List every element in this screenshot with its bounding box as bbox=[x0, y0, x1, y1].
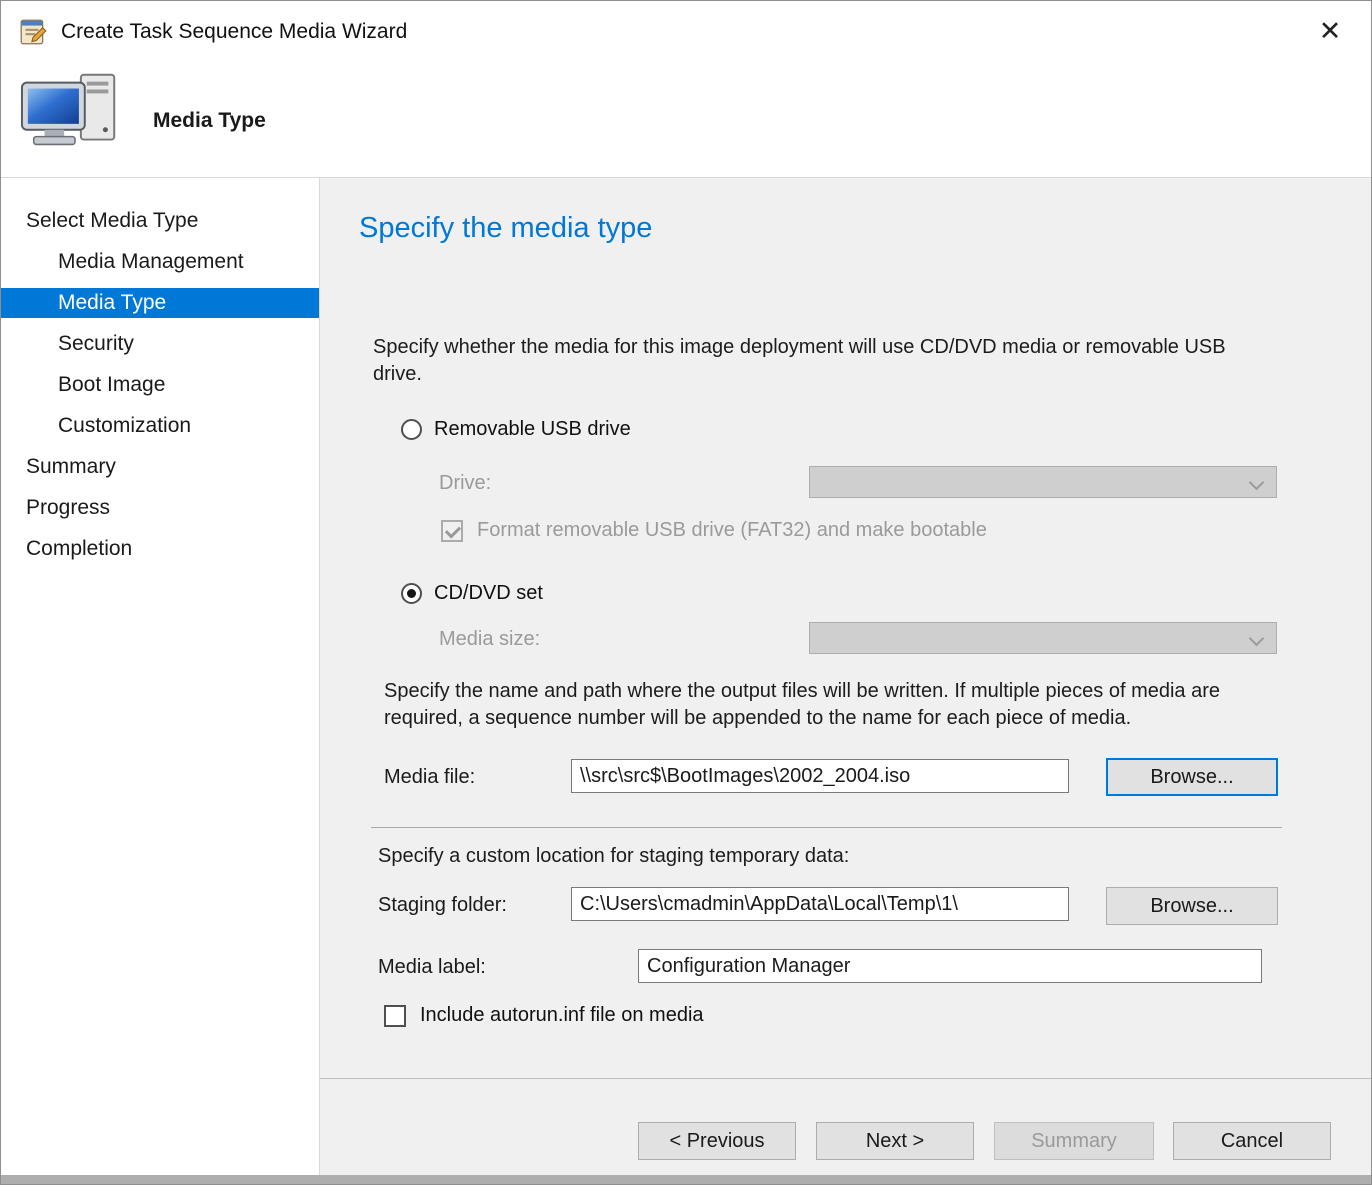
main-content: Specify the media type Specify whether t… bbox=[320, 178, 1371, 1184]
drive-label: Drive: bbox=[439, 472, 491, 495]
sidebar-item-customization[interactable]: Customization bbox=[1, 411, 319, 441]
page-title: Media Type bbox=[153, 109, 266, 133]
sidebar-item-boot-image[interactable]: Boot Image bbox=[1, 370, 319, 400]
next-button[interactable]: Next > bbox=[816, 1122, 974, 1160]
checkbox-icon bbox=[384, 1005, 406, 1027]
sidebar-item-select-media-type[interactable]: Select Media Type bbox=[1, 206, 319, 236]
previous-button[interactable]: < Previous bbox=[638, 1122, 796, 1160]
media-label-input[interactable] bbox=[638, 949, 1262, 983]
output-path-text: Specify the name and path where the outp… bbox=[384, 678, 1280, 732]
staging-folder-label: Staging folder: bbox=[378, 894, 507, 917]
media-size-select bbox=[809, 622, 1277, 654]
chevron-down-icon bbox=[1249, 631, 1265, 647]
media-file-input[interactable] bbox=[571, 759, 1069, 793]
computer-icon bbox=[19, 68, 127, 169]
sidebar-item-media-type[interactable]: Media Type bbox=[1, 288, 319, 318]
radio-icon bbox=[401, 583, 422, 604]
usb-drive-radio-label: Removable USB drive bbox=[434, 418, 631, 441]
wizard-app-icon bbox=[18, 17, 48, 47]
format-usb-checkbox: Format removable USB drive (FAT32) and m… bbox=[441, 519, 987, 542]
media-size-label: Media size: bbox=[439, 628, 540, 651]
autorun-checkbox[interactable]: Include autorun.inf file on media bbox=[384, 1004, 704, 1027]
footer-divider bbox=[320, 1078, 1371, 1079]
media-file-browse-button[interactable]: Browse... bbox=[1106, 758, 1278, 796]
checkbox-icon bbox=[441, 520, 463, 542]
sidebar-item-progress[interactable]: Progress bbox=[1, 493, 319, 523]
media-label-label: Media label: bbox=[378, 956, 486, 979]
content-heading: Specify the media type bbox=[359, 212, 652, 245]
cd-dvd-radio[interactable]: CD/DVD set bbox=[401, 582, 543, 605]
radio-icon bbox=[401, 419, 422, 440]
wizard-nav: Select Media Type Media Management Media… bbox=[1, 178, 320, 1184]
usb-drive-radio[interactable]: Removable USB drive bbox=[401, 418, 631, 441]
staging-folder-input[interactable] bbox=[571, 887, 1069, 921]
autorun-checkbox-label: Include autorun.inf file on media bbox=[420, 1004, 704, 1027]
media-file-label: Media file: bbox=[384, 766, 475, 789]
staging-folder-browse-button[interactable]: Browse... bbox=[1106, 887, 1278, 925]
sidebar-item-summary[interactable]: Summary bbox=[1, 452, 319, 482]
sidebar-item-completion[interactable]: Completion bbox=[1, 534, 319, 564]
sidebar-item-media-management[interactable]: Media Management bbox=[1, 247, 319, 277]
intro-text: Specify whether the media for this image… bbox=[373, 334, 1266, 388]
titlebar[interactable]: Create Task Sequence Media Wizard ✕ bbox=[1, 1, 1371, 62]
sidebar-item-security[interactable]: Security bbox=[1, 329, 319, 359]
section-divider bbox=[371, 827, 1282, 828]
cancel-button[interactable]: Cancel bbox=[1173, 1122, 1331, 1160]
window-bottom-edge bbox=[1, 1175, 1371, 1184]
close-icon[interactable]: ✕ bbox=[1289, 1, 1371, 61]
cd-dvd-radio-label: CD/DVD set bbox=[434, 582, 543, 605]
chevron-down-icon bbox=[1249, 475, 1265, 491]
summary-button: Summary bbox=[994, 1122, 1154, 1160]
window-title: Create Task Sequence Media Wizard bbox=[61, 20, 407, 44]
wizard-window: Create Task Sequence Media Wizard ✕ bbox=[0, 0, 1372, 1185]
staging-location-text: Specify a custom location for staging te… bbox=[378, 843, 1278, 870]
format-usb-checkbox-label: Format removable USB drive (FAT32) and m… bbox=[477, 519, 987, 542]
drive-select bbox=[809, 466, 1277, 498]
wizard-header: Media Type bbox=[1, 62, 1371, 177]
